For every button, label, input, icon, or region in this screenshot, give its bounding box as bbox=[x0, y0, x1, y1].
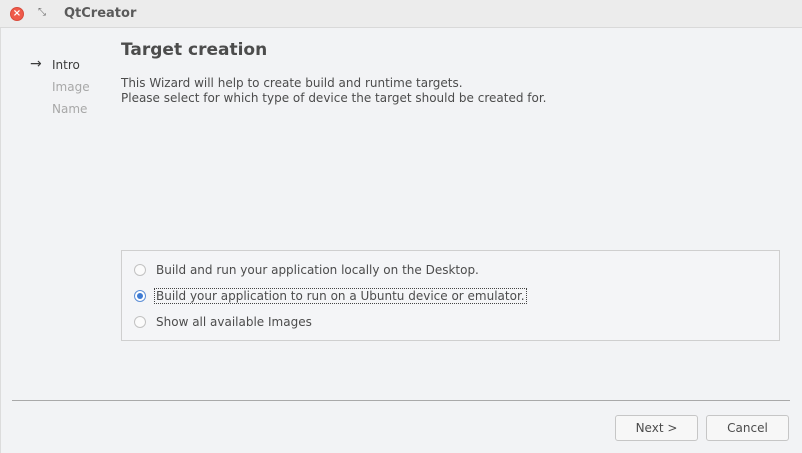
next-button[interactable]: Next > bbox=[615, 415, 698, 441]
footer-separator bbox=[12, 400, 790, 401]
step-intro: Intro bbox=[52, 58, 80, 72]
radio-desktop[interactable] bbox=[134, 264, 146, 276]
radio-all-images[interactable] bbox=[134, 316, 146, 328]
radio-ubuntu-device[interactable] bbox=[134, 290, 146, 302]
close-icon[interactable]: × bbox=[10, 7, 24, 21]
step-name: Name bbox=[52, 102, 88, 116]
device-type-options: Build and run your application locally o… bbox=[121, 250, 780, 341]
option-ubuntu-device-label: Build your application to run on a Ubunt… bbox=[154, 288, 527, 304]
restore-icon[interactable]: ⤡ bbox=[36, 7, 48, 19]
description-line-1: This Wizard will help to create build an… bbox=[121, 76, 463, 90]
page-title: Target creation bbox=[121, 40, 268, 60]
title-bar: × ⤡ QtCreator bbox=[0, 0, 802, 28]
window-border bbox=[0, 28, 1, 453]
description: This Wizard will help to create build an… bbox=[121, 76, 546, 106]
description-line-2: Please select for which type of device t… bbox=[121, 91, 547, 105]
option-all-images-label: Show all available Images bbox=[156, 315, 312, 329]
option-desktop-label: Build and run your application locally o… bbox=[156, 263, 479, 277]
window-title: QtCreator bbox=[64, 6, 137, 21]
cancel-button[interactable]: Cancel bbox=[706, 415, 789, 441]
step-image: Image bbox=[52, 80, 90, 94]
arrow-right-icon: → bbox=[30, 56, 42, 72]
